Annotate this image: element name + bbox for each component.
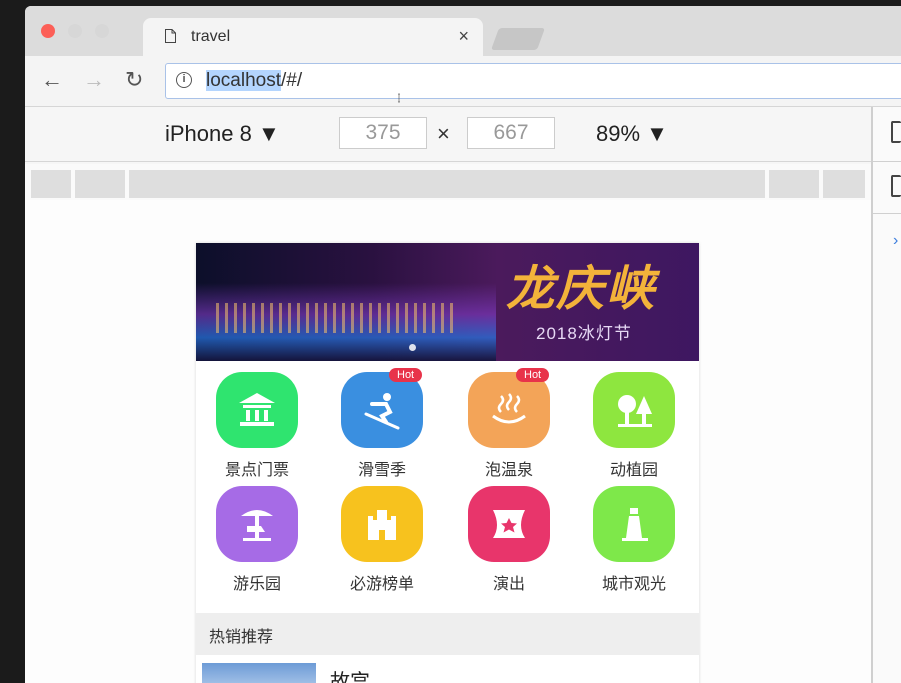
pavilion-icon	[239, 393, 275, 426]
banner-image-lights	[216, 303, 456, 333]
icon-item-ski[interactable]: Hot 滑雪季	[321, 368, 441, 486]
browser-toolbar: ← → ↻ i localhost/#/	[25, 56, 901, 107]
devtools-dock-icon[interactable]	[891, 121, 901, 143]
hot-spring-tile	[468, 372, 550, 448]
page-icon	[165, 29, 176, 43]
item-thumbnail[interactable]	[202, 663, 316, 683]
divider	[873, 161, 901, 162]
tab-strip: travel ×	[25, 6, 901, 56]
icon-item-city-tour[interactable]: 城市观光	[573, 482, 693, 600]
expand-arrow-icon[interactable]: ›	[893, 232, 898, 250]
banner-title: 龙庆峡	[506, 261, 657, 317]
icon-label: 泡温泉	[484, 462, 533, 479]
icon-label: 滑雪季	[357, 462, 406, 479]
hot-spring-icon	[492, 393, 526, 424]
url-path: /#/	[281, 70, 303, 91]
icon-item-tickets[interactable]: 景点门票	[196, 368, 316, 486]
icon-label: 演出	[492, 576, 525, 593]
width-input[interactable]: 375	[339, 117, 427, 149]
media-query-bar	[25, 164, 871, 200]
icon-label: 必游榜单	[349, 576, 414, 593]
lighthouse-icon	[622, 508, 648, 541]
icon-label: 游乐园	[232, 576, 281, 593]
device-select[interactable]: iPhone 8 ▼	[165, 121, 280, 147]
pagination-dot[interactable]	[409, 344, 416, 351]
maximize-window-button[interactable]	[95, 24, 109, 38]
divider	[873, 213, 901, 214]
icon-item-amusement-park[interactable]: 游乐园	[196, 482, 316, 600]
devtools-panel-icon[interactable]	[891, 175, 901, 197]
swiper-pagination	[409, 338, 416, 356]
ski-tile	[341, 372, 423, 448]
media-query-segment[interactable]	[823, 170, 865, 198]
tab-title: travel	[191, 28, 231, 45]
hot-recommend-header: 热销推荐	[196, 613, 699, 655]
icon-item-hot-spring[interactable]: Hot 泡温泉	[448, 368, 568, 486]
icon-label: 城市观光	[601, 576, 666, 593]
tab-close-icon[interactable]: ×	[458, 26, 469, 47]
tree-icon	[618, 395, 652, 427]
city-tour-tile	[593, 486, 675, 562]
device-viewport: 龙庆峡 2018冰灯节 景点门票 Hot 滑雪季 Hot 泡温泉 动植园 游乐园…	[25, 200, 871, 683]
tab-travel[interactable]: travel ×	[143, 18, 483, 56]
media-query-segment[interactable]	[31, 170, 71, 198]
close-window-button[interactable]	[41, 24, 55, 38]
devtools-panel: ›	[871, 107, 901, 683]
hot-badge: Hot	[516, 368, 550, 382]
info-icon[interactable]: i	[176, 72, 192, 88]
icon-label: 景点门票	[224, 462, 289, 479]
carousel-icon	[241, 510, 273, 541]
zoom-select[interactable]: 89% ▼	[596, 121, 668, 147]
address-bar[interactable]: i localhost/#/	[165, 63, 901, 103]
back-arrow-icon[interactable]: ←	[41, 68, 63, 92]
minimize-window-button[interactable]	[68, 24, 82, 38]
text-cursor-icon	[398, 93, 400, 103]
new-tab-button[interactable]	[490, 28, 546, 50]
icon-item-must-see[interactable]: 必游榜单	[321, 482, 441, 600]
section-title: 热销推荐	[209, 629, 274, 646]
item-name[interactable]: 故宫	[330, 665, 370, 683]
banner[interactable]: 龙庆峡 2018冰灯节	[196, 243, 699, 361]
castle-icon	[368, 510, 396, 540]
media-query-segment[interactable]	[769, 170, 819, 198]
must-see-tile	[341, 486, 423, 562]
icon-item-shows[interactable]: 演出	[448, 482, 568, 600]
shows-tile	[468, 486, 550, 562]
device-toolbar: iPhone 8 ▼ 375 × 667 89% ▼	[25, 107, 871, 162]
url-host: localhost	[206, 70, 281, 91]
banner-subtitle: 2018冰灯节	[536, 324, 632, 343]
media-query-segment[interactable]	[75, 170, 125, 198]
ticket-tile	[216, 372, 298, 448]
media-query-segment[interactable]	[129, 170, 765, 198]
zoo-tile	[593, 372, 675, 448]
stage-icon	[493, 510, 525, 538]
reload-icon[interactable]: ↻	[125, 68, 143, 92]
browser-window: travel × ← → ↻ i localhost/#/ iPhone 8 ▼…	[25, 6, 901, 683]
hot-badge: Hot	[389, 368, 423, 382]
forward-arrow-icon[interactable]: →	[83, 68, 105, 92]
icon-grid: 景点门票 Hot 滑雪季 Hot 泡温泉 动植园 游乐园 必游榜单 演出 城市观…	[196, 368, 699, 612]
dimension-separator: ×	[437, 121, 450, 146]
height-input[interactable]: 667	[467, 117, 555, 149]
phone-screen: 龙庆峡 2018冰灯节 景点门票 Hot 滑雪季 Hot 泡温泉 动植园 游乐园…	[196, 243, 699, 683]
icon-item-zoo[interactable]: 动植园	[573, 368, 693, 486]
skier-icon	[364, 393, 400, 430]
url-text[interactable]: localhost/#/	[206, 70, 302, 92]
icon-label: 动植园	[609, 462, 658, 479]
amusement-tile	[216, 486, 298, 562]
